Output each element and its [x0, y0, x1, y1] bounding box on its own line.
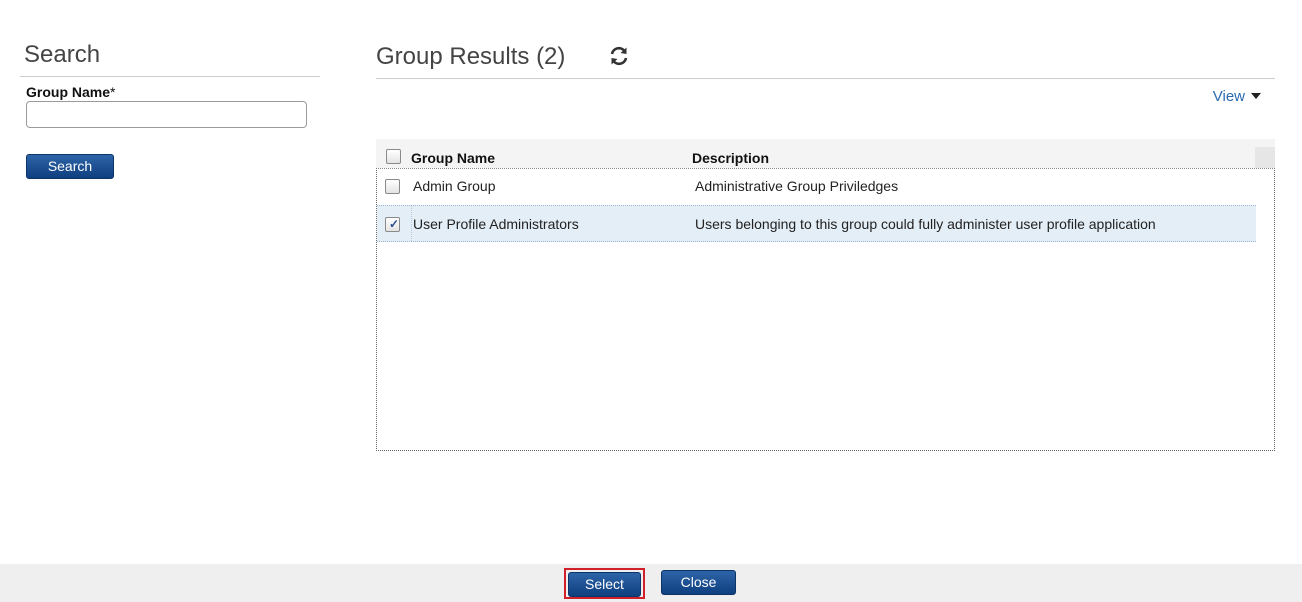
group-name-input[interactable]	[26, 101, 307, 128]
column-header-group-name[interactable]: Group Name	[411, 150, 495, 166]
search-panel: Search Group Name* Search	[20, 40, 320, 179]
select-button-focus-ring: Select	[564, 568, 645, 599]
check-icon: ✓	[389, 217, 400, 231]
row-checkbox[interactable]: ✓	[385, 217, 400, 232]
row-group-name: Admin Group	[413, 178, 496, 194]
grid-header: Group Name Description	[376, 139, 1275, 168]
results-title: Group Results (2)	[376, 43, 566, 70]
group-picker-dialog: Search Group Name* Search Group Results …	[0, 0, 1302, 602]
row-checkbox[interactable]	[385, 179, 400, 194]
dialog-footer: Select Close	[0, 564, 1302, 602]
row-divider	[411, 206, 412, 241]
group-name-label-text: Group Name	[26, 84, 111, 100]
close-button[interactable]: Close	[661, 570, 736, 595]
row-description: Users belonging to this group could full…	[695, 216, 1156, 232]
select-button[interactable]: Select	[568, 572, 641, 597]
group-name-label: Group Name*	[26, 84, 320, 100]
view-menu[interactable]: View	[1213, 88, 1261, 105]
table-row[interactable]: Admin Group Administrative Group Privile…	[377, 169, 1256, 206]
results-grid: Group Name Description Admin Group Admin…	[376, 139, 1275, 451]
table-row[interactable]: ✓ User Profile Administrators Users belo…	[377, 205, 1256, 242]
grid-body: Admin Group Administrative Group Privile…	[376, 168, 1275, 451]
results-header: Group Results (2)	[376, 40, 1275, 79]
refresh-icon[interactable]	[608, 45, 630, 67]
search-title: Search	[20, 40, 320, 77]
select-all-checkbox[interactable]	[386, 149, 401, 164]
column-header-description[interactable]: Description	[692, 150, 769, 166]
row-description: Administrative Group Priviledges	[695, 178, 899, 194]
results-panel: Group Results (2) View	[376, 40, 1275, 105]
required-marker: *	[110, 84, 116, 100]
row-group-name: User Profile Administrators	[413, 216, 579, 232]
chevron-down-icon	[1251, 93, 1261, 99]
scrollbar-corner	[1255, 147, 1275, 168]
search-button[interactable]: Search	[26, 154, 114, 179]
view-menu-label: View	[1212, 88, 1245, 105]
